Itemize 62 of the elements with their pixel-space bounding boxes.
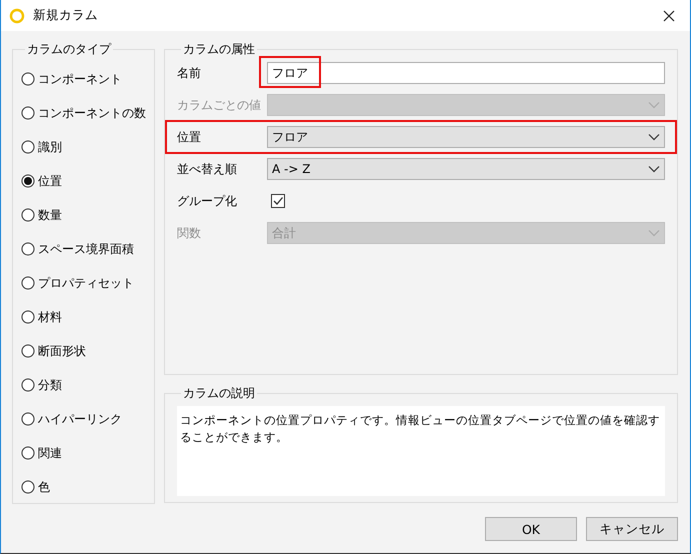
dropdown[interactable]: フロア xyxy=(267,126,665,148)
chevron-icon xyxy=(648,133,660,141)
radio-button[interactable] xyxy=(21,276,35,290)
radio-label: コンポーネント xyxy=(38,70,122,88)
dialog-button[interactable]: キャンセル xyxy=(586,517,678,541)
radio-option[interactable]: 位置 xyxy=(21,164,154,198)
window-title: 新規カラム xyxy=(33,7,99,24)
radio-label: 位置 xyxy=(38,172,62,190)
radio-option[interactable]: プロパティセット xyxy=(21,266,154,300)
radio-button[interactable] xyxy=(21,480,35,494)
radio-option[interactable]: 断面形状 xyxy=(21,334,154,368)
field-label: 関数 xyxy=(177,224,202,242)
close-icon[interactable] xyxy=(662,8,676,22)
radio-label: 数量 xyxy=(38,206,62,224)
radio-button[interactable] xyxy=(21,344,35,358)
field-label: グループ化 xyxy=(177,192,238,210)
radio-option[interactable]: 関連 xyxy=(21,436,154,470)
radio-option[interactable]: 色 xyxy=(21,470,154,504)
dropdown[interactable]: A -> Z xyxy=(267,158,665,180)
input-field[interactable]: フロア xyxy=(267,62,665,84)
radio-label: ハイパーリンク xyxy=(38,410,122,428)
chevron-icon xyxy=(648,165,660,173)
chevron-icon xyxy=(648,229,660,237)
dialog-button[interactable]: OK xyxy=(485,517,577,541)
radio-option[interactable]: コンポーネントの数 xyxy=(21,96,154,130)
radio-option[interactable]: コンポーネント xyxy=(21,62,154,96)
radio-label: コンポーネントの数 xyxy=(38,104,146,122)
radio-label: 材料 xyxy=(38,308,62,326)
radio-label: 色 xyxy=(38,478,50,496)
radio-button[interactable] xyxy=(21,106,35,120)
chevron-icon xyxy=(648,101,660,109)
radio-option[interactable]: 分類 xyxy=(21,368,154,402)
radio-button[interactable] xyxy=(21,412,35,426)
radio-option[interactable]: 数量 xyxy=(21,198,154,232)
radio-option[interactable]: ハイパーリンク xyxy=(21,402,154,436)
radio-button[interactable] xyxy=(21,208,35,222)
group-title: カラムのタイプ xyxy=(26,41,112,58)
radio-option[interactable]: スペース境界面積 xyxy=(21,232,154,266)
group-title: カラムの属性 xyxy=(182,41,256,58)
radio-label: スペース境界面積 xyxy=(38,240,134,258)
field-label: 並べ替え順 xyxy=(177,160,238,178)
radio-label: プロパティセット xyxy=(38,274,134,292)
radio-label: 関連 xyxy=(38,444,62,462)
radio-button[interactable] xyxy=(21,72,35,86)
field-label: カラムごとの値 xyxy=(177,96,262,114)
radio-label: 分類 xyxy=(38,376,62,394)
radio-option[interactable]: 材料 xyxy=(21,300,154,334)
radio-button[interactable] xyxy=(21,310,35,324)
radio-label: 断面形状 xyxy=(38,342,86,360)
ring-icon xyxy=(9,8,25,24)
radio-button[interactable] xyxy=(21,378,35,392)
description-text: コンポーネントの位置プロパティです。情報ビューの位置タブページで位置の値を確認することができます。 xyxy=(177,406,665,496)
group-title: カラムの説明 xyxy=(182,385,256,402)
checkbox[interactable] xyxy=(271,194,285,208)
radio-button[interactable] xyxy=(21,174,35,188)
radio-button[interactable] xyxy=(21,446,35,460)
radio-button[interactable] xyxy=(21,140,35,154)
radio-option[interactable]: 識別 xyxy=(21,130,154,164)
radio-button[interactable] xyxy=(21,242,35,256)
radio-label: 識別 xyxy=(38,138,62,156)
field-label: 名前 xyxy=(177,64,202,82)
field-label: 位置 xyxy=(177,128,202,146)
